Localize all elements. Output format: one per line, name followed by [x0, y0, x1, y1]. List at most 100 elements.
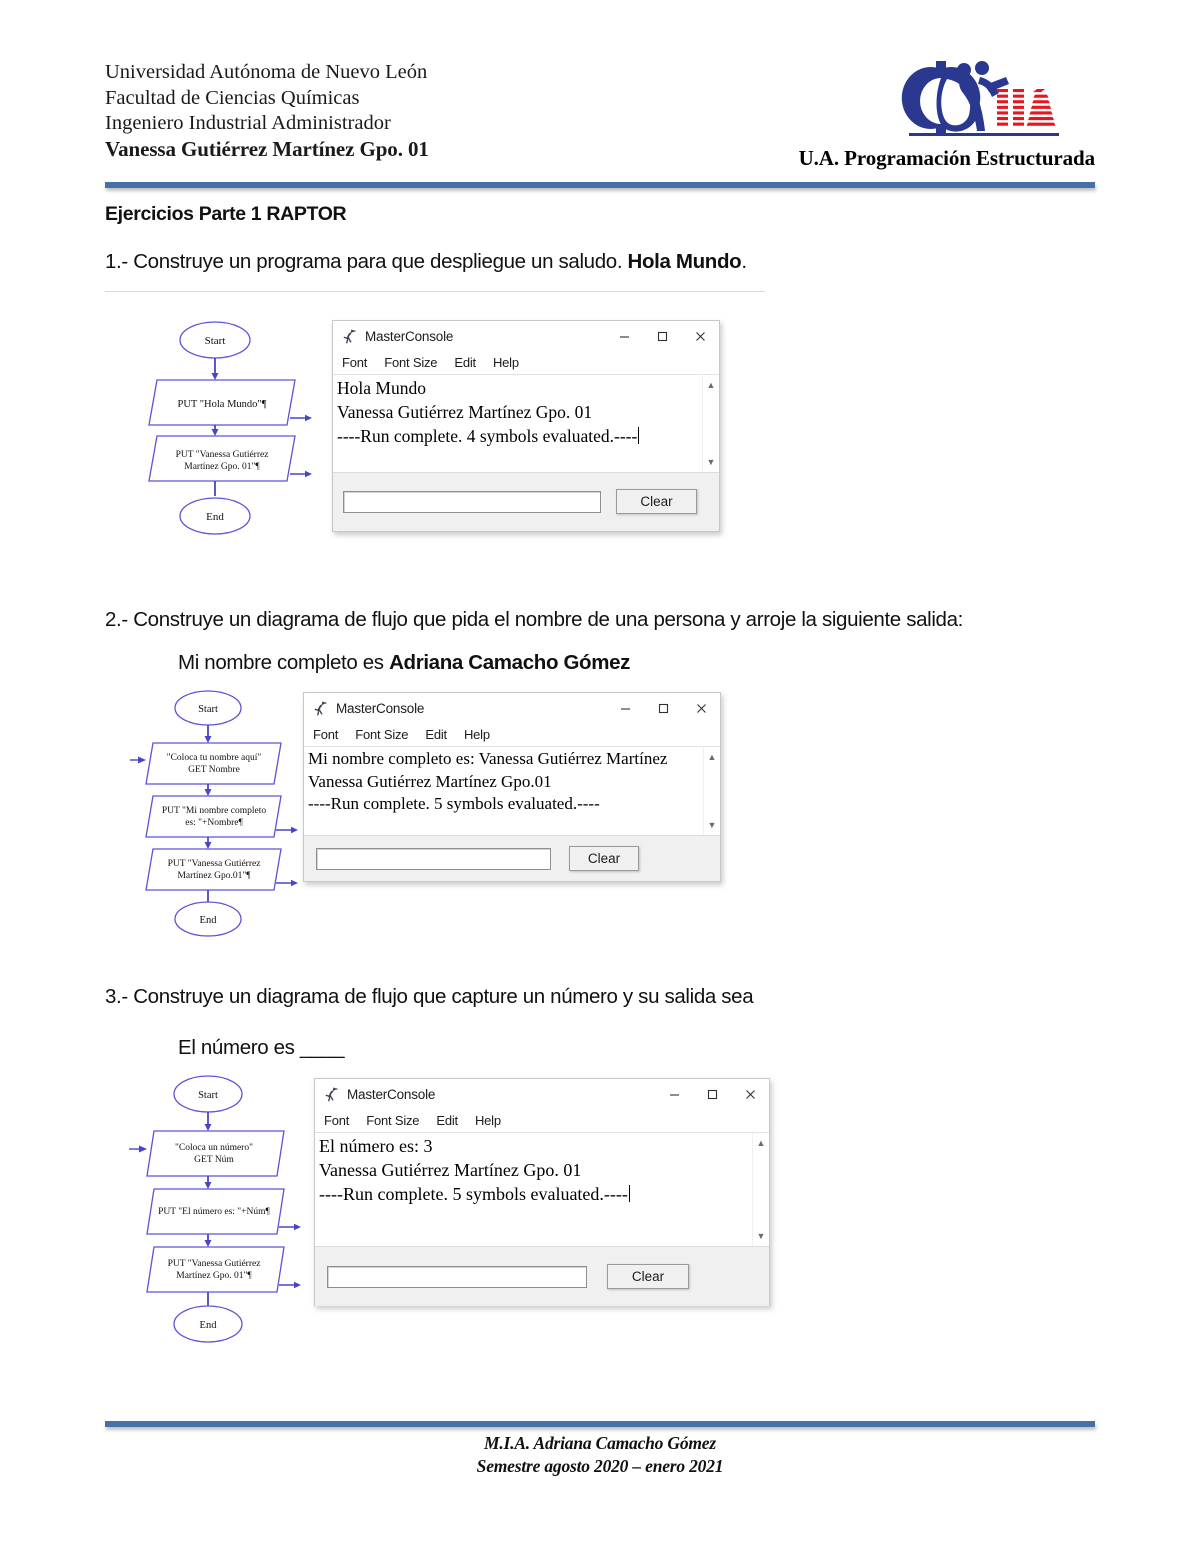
iia-logo	[885, 55, 1070, 140]
flowchart-2-node-0-line-0: "Coloca tu nombre aquí"	[167, 753, 262, 763]
footer-divider-rule	[105, 1421, 1095, 1427]
menu-help[interactable]: Help	[464, 727, 490, 742]
q2-sub-bold: Adriana Camacho Gómez	[389, 651, 631, 674]
menu-edit[interactable]: Edit	[425, 727, 447, 742]
console-2-scrollbar[interactable]: ▲ ▼	[703, 747, 720, 835]
raptor-icon	[341, 328, 358, 345]
console-2-menubar[interactable]: Font Font Size Edit Help	[304, 723, 720, 747]
menu-help[interactable]: Help	[475, 1113, 501, 1128]
minimize-button[interactable]	[655, 1079, 693, 1109]
flowchart-2-node-1-line-1: es: "+Nombre¶	[185, 818, 243, 828]
scroll-up-icon[interactable]: ▲	[753, 1135, 769, 1151]
question-2-subtext: Mi nombre completo es Adriana Camacho Gó…	[178, 651, 630, 675]
q1-bold: Hola Mundo	[627, 250, 742, 273]
text-caret	[628, 1185, 630, 1203]
flowchart-1-end-label: End	[206, 511, 224, 523]
console-1-window-controls	[605, 321, 719, 351]
text-caret	[638, 427, 640, 445]
header-line-university: Universidad Autónoma de Nuevo León	[105, 61, 428, 83]
close-button[interactable]	[682, 693, 720, 723]
document-header: Universidad Autónoma de Nuevo León Facul…	[105, 60, 1095, 180]
masterconsole-window-1[interactable]: MasterConsole Font Font Size Edit Help H	[332, 320, 720, 532]
flowchart-2-node-1-line-0: PUT "Mi nombre completo	[162, 806, 266, 816]
close-button[interactable]	[731, 1079, 769, 1109]
console-2-command-input[interactable]	[316, 847, 551, 870]
flowchart-3-node-0-line-0: "Coloca un número"	[175, 1143, 253, 1153]
header-line-student: Vanessa Gutiérrez Martínez Gpo. 01	[105, 136, 429, 161]
scroll-down-icon[interactable]: ▼	[704, 817, 720, 833]
console-3-title: MasterConsole	[347, 1086, 436, 1102]
header-line-faculty: Facultad de Ciencias Químicas	[105, 86, 360, 109]
menu-font[interactable]: Font	[313, 727, 338, 742]
console-3-output-line-2: ----Run complete. 5 symbols evaluated.--…	[319, 1184, 630, 1204]
maximize-button[interactable]	[643, 321, 681, 351]
menu-edit[interactable]: Edit	[436, 1113, 458, 1128]
question-3-text: 3.- Construye un diagrama de flujo que c…	[105, 985, 754, 1008]
menu-font[interactable]: Font	[342, 355, 367, 370]
console-1-clear-button[interactable]: Clear	[616, 489, 697, 514]
flowchart-2-end-label: End	[200, 915, 218, 926]
console-1-scrollbar[interactable]: ▲ ▼	[702, 375, 719, 472]
section-divider-rule	[105, 291, 765, 292]
minimize-button[interactable]	[606, 693, 644, 723]
flowchart-3: Start "Coloca un número" GET Núm PUT "El…	[126, 1072, 321, 1357]
menu-edit[interactable]: Edit	[454, 355, 476, 370]
console-3-menubar[interactable]: Font Font Size Edit Help	[315, 1109, 769, 1133]
flowchart-3-node-2-line-0: PUT "Vanessa Gutiérrez	[168, 1259, 261, 1269]
console-2-output-line-2: ----Run complete. 5 symbols evaluated.--…	[308, 794, 600, 813]
scroll-up-icon[interactable]: ▲	[704, 749, 720, 765]
q1-prefix: 1.- Construye un programa para que despl…	[105, 250, 628, 273]
footer-instructor: M.I.A. Adriana Camacho Gómez	[484, 1433, 716, 1453]
console-2-title: MasterConsole	[336, 700, 425, 716]
console-3-clear-button[interactable]: Clear	[607, 1264, 689, 1289]
console-1-command-input[interactable]	[343, 490, 601, 513]
maximize-button[interactable]	[693, 1079, 731, 1109]
console-2-clear-button[interactable]: Clear	[569, 846, 639, 871]
console-3-window-controls	[655, 1079, 769, 1109]
console-3-titlebar[interactable]: MasterConsole	[315, 1079, 769, 1109]
scroll-down-icon[interactable]: ▼	[753, 1228, 769, 1244]
console-1-output-line-2: ----Run complete. 4 symbols evaluated.--…	[337, 426, 640, 446]
menu-font[interactable]: Font	[324, 1113, 349, 1128]
menu-font-size[interactable]: Font Size	[355, 727, 408, 742]
minimize-button[interactable]	[605, 321, 643, 351]
console-3-bottom-bar: Clear	[315, 1247, 769, 1306]
menu-font-size[interactable]: Font Size	[366, 1113, 419, 1128]
console-3-output-area[interactable]: El número es: 3 Vanessa Gutiérrez Martín…	[315, 1133, 769, 1247]
scroll-up-icon[interactable]: ▲	[703, 377, 719, 393]
header-course-title: U.A. Programación Estructurada	[798, 146, 1096, 170]
console-1-menubar[interactable]: Font Font Size Edit Help	[333, 351, 719, 375]
console-2-bottom-bar: Clear	[304, 836, 720, 881]
question-2-text: 2.- Construye un diagrama de flujo que p…	[105, 608, 964, 631]
flowchart-3-node-2-line-1: Martínez Gpo. 01"¶	[176, 1271, 252, 1281]
console-2-window-controls	[606, 693, 720, 723]
header-line-program: Ingeniero Industrial Administrador	[105, 112, 391, 134]
flowchart-3-start-label: Start	[198, 1090, 218, 1101]
console-1-bottom-bar: Clear	[333, 473, 719, 530]
console-2-titlebar[interactable]: MasterConsole	[304, 693, 720, 723]
flowchart-1-node-1-line-0: PUT "Vanessa Gutiérrez	[176, 450, 269, 460]
flowchart-1: Start PUT "Hola Mundo"¶ PUT "Vanessa Gut…	[140, 318, 330, 543]
masterconsole-window-3[interactable]: MasterConsole Font Font Size Edit Help E	[314, 1078, 770, 1306]
console-2-output-area[interactable]: Mi nombre completo es: Vanessa Gutiérrez…	[304, 747, 720, 836]
console-3-command-input[interactable]	[327, 1265, 587, 1288]
q1-suffix: .	[741, 250, 747, 273]
maximize-button[interactable]	[644, 693, 682, 723]
console-2-output-line-0: Mi nombre completo es: Vanessa Gutiérrez…	[308, 749, 668, 768]
console-3-scrollbar[interactable]: ▲ ▼	[752, 1133, 769, 1246]
raptor-icon	[312, 700, 329, 717]
console-1-output-area[interactable]: Hola Mundo Vanessa Gutiérrez Martínez Gp…	[333, 375, 719, 473]
flowchart-1-node-1-line-1: Martínez Gpo. 01"¶	[184, 462, 260, 472]
header-divider-rule	[105, 182, 1095, 188]
menu-font-size[interactable]: Font Size	[384, 355, 437, 370]
console-2-output-line-1: Vanessa Gutiérrez Martínez Gpo.01	[308, 771, 552, 791]
console-1-titlebar[interactable]: MasterConsole	[333, 321, 719, 351]
console-1-output-line-1: Vanessa Gutiérrez Martínez Gpo. 01	[337, 402, 593, 422]
document-page: Universidad Autónoma de Nuevo León Facul…	[0, 0, 1200, 1553]
scroll-down-icon[interactable]: ▼	[703, 454, 719, 470]
close-button[interactable]	[681, 321, 719, 351]
q2-sub-prefix: Mi nombre completo es	[178, 651, 390, 674]
masterconsole-window-2[interactable]: MasterConsole Font Font Size Edit Help M	[303, 692, 721, 882]
menu-help[interactable]: Help	[493, 355, 519, 370]
raptor-icon	[323, 1086, 340, 1103]
